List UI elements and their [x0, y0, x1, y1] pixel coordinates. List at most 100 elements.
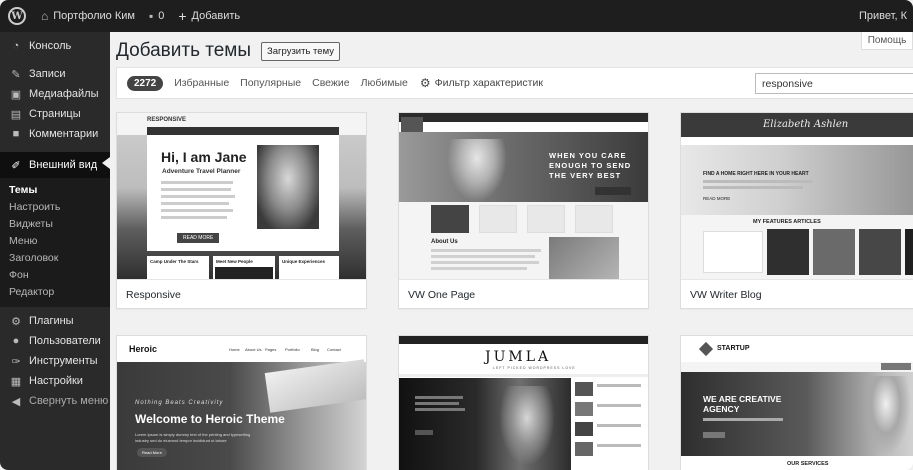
- preview-headline-line: WE ARE CREATIVE: [703, 394, 782, 404]
- preview-card-title: Meet New People: [216, 259, 253, 264]
- gear-icon: ⚙: [419, 76, 431, 90]
- preview-hero-line: ENOUGH TO SEND: [549, 161, 632, 170]
- preview-button: Read More: [137, 448, 167, 457]
- menu-label: Медиафайлы: [29, 88, 99, 100]
- preview-portrait: [499, 386, 555, 466]
- submenu-themes[interactable]: Темы: [0, 182, 110, 199]
- preview-card-title: Camp Under The Stars: [150, 259, 199, 264]
- submenu-customize[interactable]: Настроить: [0, 199, 110, 216]
- theme-card[interactable]: WHEN YOU CARE ENOUGH TO SEND THE VERY BE…: [398, 112, 649, 309]
- menu-label: Плагины: [29, 315, 74, 327]
- site-name-link[interactable]: ⌂ Портфолио Ким: [34, 0, 142, 32]
- menu-label: Комментарии: [29, 128, 99, 140]
- comment-icon: ▪: [148, 9, 154, 23]
- collapse-icon: ◀: [11, 395, 21, 408]
- upload-theme-button[interactable]: Загрузить тему: [261, 41, 340, 61]
- pin-icon: ✎: [11, 68, 21, 81]
- preview-logo: STARTUP: [717, 345, 750, 352]
- menu-item-posts[interactable]: ✎ Записи: [0, 64, 110, 84]
- feature-filter-button[interactable]: ⚙ Фильтр характеристик: [420, 76, 543, 90]
- admin-bar: W ⌂ Портфолио Ким ▪ 0 + Добавить Привет,…: [0, 0, 913, 32]
- submenu-widgets[interactable]: Виджеты: [0, 216, 110, 233]
- preview-brand: RESPONSIVE: [147, 117, 187, 123]
- menu-item-dashboard[interactable]: ◔ Консоль: [0, 36, 110, 56]
- menu-item-plugins[interactable]: ⚙ Плагины: [0, 311, 110, 331]
- preview-hero: FIND A HOME RIGHT HERE IN YOUR HEART: [703, 171, 809, 177]
- wordpress-logo-button[interactable]: W: [0, 0, 34, 32]
- preview-logo: Elizabeth Ashlen: [763, 119, 849, 130]
- media-icon: ▣: [10, 88, 22, 101]
- help-tab[interactable]: Помощь: [861, 32, 913, 50]
- preview-nav-item: About Us: [245, 347, 262, 352]
- preview-read-more: READ MORE: [703, 196, 731, 201]
- comments-count: 0: [158, 10, 165, 22]
- plus-icon: +: [178, 8, 187, 24]
- filter-favorites[interactable]: Любимые: [361, 77, 408, 89]
- preview-hero-line: WHEN YOU CARE: [549, 151, 627, 160]
- menu-label: Консоль: [29, 40, 72, 52]
- theme-card[interactable]: Heroic Home About Us Pages Portfolio Blo…: [116, 335, 367, 470]
- collapse-menu-button[interactable]: ◀ Свернуть меню: [0, 391, 110, 411]
- theme-card[interactable]: STARTUP WE ARE CREATIVE AGENCY OUR SERVI…: [680, 335, 913, 470]
- filter-latest[interactable]: Свежие: [312, 77, 350, 89]
- preview-read-more: READ MORE: [177, 233, 220, 243]
- wrench-icon: ✑: [11, 355, 21, 368]
- page-header: Добавить темы Загрузить тему: [116, 40, 340, 62]
- greeting-label: Привет, К: [859, 10, 907, 22]
- preview-nav-item: Blog: [311, 347, 320, 352]
- feature-filter-label: Фильтр характеристик: [434, 77, 543, 89]
- submenu-background[interactable]: Фон: [0, 267, 110, 284]
- site-name-label: Портфолио Ким: [53, 10, 135, 22]
- menu-item-users[interactable]: ● Пользователи: [0, 331, 110, 351]
- theme-search-input[interactable]: responsive: [755, 73, 913, 94]
- preview-logo: JUMLA: [485, 349, 552, 365]
- preview-section-title: OUR SERVICES: [787, 461, 829, 467]
- submenu-menus[interactable]: Меню: [0, 233, 110, 250]
- preview-person: [861, 376, 911, 456]
- preview-person: [447, 139, 507, 202]
- menu-label: Записи: [29, 68, 66, 80]
- preview-tagline: LEFT PICKED WORDPRESS LOVE: [493, 366, 576, 370]
- comments-link[interactable]: ▪ 0: [142, 0, 171, 32]
- admin-sidebar: ◔ Консоль ✎ Записи ▣ Медиафайлы ▤ Страни…: [0, 32, 110, 470]
- theme-screenshot: JUMLA LEFT PICKED WORDPRESS LOVE: [399, 336, 648, 470]
- submenu-editor[interactable]: Редактор: [0, 284, 110, 301]
- preview-headline: Welcome to Heroic Theme: [135, 412, 285, 426]
- account-link[interactable]: Привет, К: [852, 0, 913, 32]
- preview-body: Lorem Ipsum is simply dummy text of the …: [135, 432, 251, 443]
- preview-nav-item: Home: [229, 347, 240, 352]
- menu-item-media[interactable]: ▣ Медиафайлы: [0, 84, 110, 104]
- theme-screenshot: Heroic Home About Us Pages Portfolio Blo…: [117, 336, 366, 470]
- preview-section-title: MY FEATURES ARTICLES: [753, 219, 821, 225]
- menu-label: Пользователи: [29, 335, 101, 347]
- menu-item-tools[interactable]: ✑ Инструменты: [0, 351, 110, 371]
- filter-popular[interactable]: Популярные: [240, 77, 301, 89]
- preview-headline: Hi, I am Jane: [161, 149, 247, 165]
- theme-name: VW One Page: [399, 279, 648, 308]
- theme-name: VW Writer Blog: [681, 279, 913, 308]
- page-title: Добавить темы: [116, 40, 252, 61]
- preview-nav-item: Contact: [327, 347, 341, 352]
- users-icon: ●: [12, 335, 20, 347]
- filter-featured[interactable]: Избранные: [174, 77, 229, 89]
- theme-card[interactable]: RESPONSIVE Hi, I am Jane Adventure Trave…: [116, 112, 367, 309]
- app-window: W ⌂ Портфолио Ким ▪ 0 + Добавить Привет,…: [0, 0, 913, 470]
- add-new-link[interactable]: + Добавить: [171, 0, 247, 32]
- menu-label: Внешний вид: [29, 159, 98, 171]
- submenu-header[interactable]: Заголовок: [0, 250, 110, 267]
- preview-subtitle: Adventure Travel Planner: [162, 168, 241, 175]
- settings-icon: ▦: [10, 375, 22, 388]
- menu-item-pages[interactable]: ▤ Страницы: [0, 104, 110, 124]
- theme-screenshot: WHEN YOU CARE ENOUGH TO SEND THE VERY BE…: [399, 113, 648, 279]
- theme-name: Responsive: [117, 279, 366, 308]
- plugin-icon: ⚙: [11, 315, 21, 328]
- menu-item-settings[interactable]: ▦ Настройки: [0, 371, 110, 391]
- menu-label: Свернуть меню: [29, 395, 109, 407]
- menu-item-appearance[interactable]: ✐ Внешний вид: [0, 152, 110, 178]
- theme-card[interactable]: Elizabeth Ashlen FIND A HOME RIGHT HERE …: [680, 112, 913, 309]
- theme-card[interactable]: JUMLA LEFT PICKED WORDPRESS LOVE: [398, 335, 649, 470]
- comment-icon: ■: [12, 128, 20, 140]
- menu-label: Инструменты: [29, 355, 98, 367]
- menu-item-comments[interactable]: ■ Комментарии: [0, 124, 110, 144]
- preview-logo: Heroic: [129, 344, 158, 354]
